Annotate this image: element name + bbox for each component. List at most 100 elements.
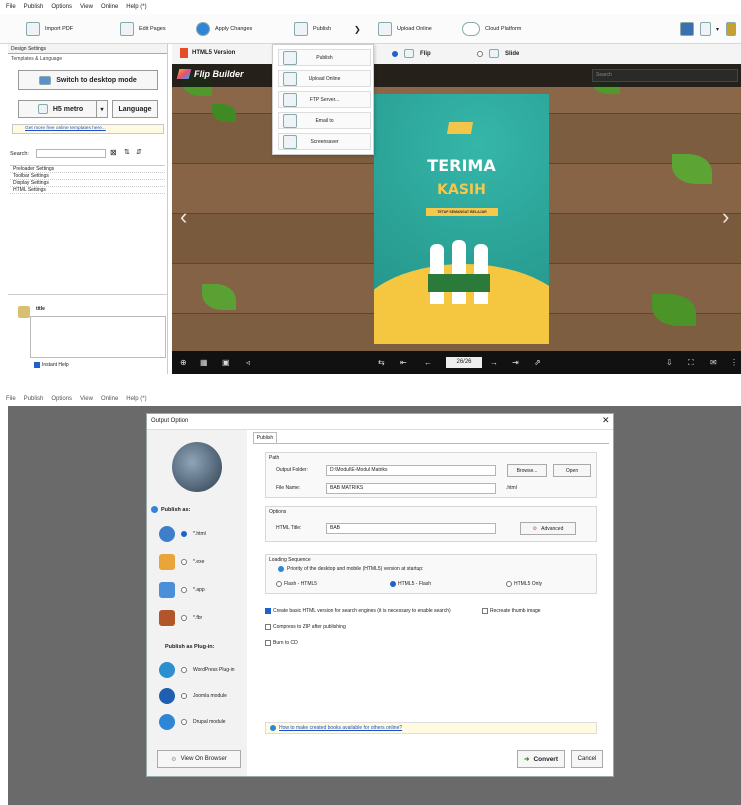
zoom-icon[interactable]: ⊕ — [180, 358, 187, 367]
menu-publish[interactable]: Publish — [24, 4, 44, 10]
email-icon[interactable]: ✉ — [710, 358, 717, 367]
open-button[interactable]: Open — [553, 464, 591, 477]
html5-version-label: HTML5 Version — [180, 48, 235, 58]
publish-button[interactable]: Publish ❯ — [294, 20, 361, 38]
share-icon[interactable]: ⇆ — [378, 358, 385, 367]
advanced-button[interactable]: ⚙ Advanced — [520, 522, 576, 535]
browse-button[interactable]: Browse... — [507, 464, 547, 477]
settings-search-input[interactable] — [36, 149, 106, 158]
prev-page-icon[interactable]: ← — [424, 358, 432, 367]
tree-item-html[interactable]: HTML Settings — [10, 187, 165, 194]
sound-icon[interactable]: ◃ — [246, 358, 250, 367]
more-templates-link[interactable]: Get more free online templates here... — [12, 124, 164, 134]
tree-item-preloader[interactable]: Preloader Settings — [10, 166, 165, 173]
cloud-platform-button[interactable]: Cloud Platform — [462, 20, 521, 38]
upload-online-button[interactable]: Upload Online — [378, 20, 432, 38]
slide-mode-option[interactable]: Slide — [477, 49, 519, 58]
target-fbr-label: *.fbr — [193, 615, 203, 621]
desktop-view-button[interactable] — [680, 20, 694, 38]
page-counter[interactable]: 26/26 — [446, 357, 482, 368]
joomla-icon — [159, 688, 175, 704]
menu-help[interactable]: Help (*) — [126, 4, 146, 10]
file-name-input[interactable]: BAB MATRIKS — [326, 483, 496, 494]
menu-file[interactable]: File — [6, 4, 16, 10]
gear-icon: ⚙ — [171, 756, 177, 763]
plugin-joomla[interactable]: Joomla module — [159, 688, 227, 704]
menu-online-2[interactable]: Online — [101, 396, 118, 402]
caret-down-icon: ▾ — [716, 26, 720, 33]
fullscreen-icon[interactable]: ⛶ — [688, 358, 694, 368]
more-icon[interactable]: ⋮ — [730, 358, 738, 367]
thumbnails-icon[interactable]: ▦ — [200, 358, 208, 367]
output-folder-label: Output Folder: — [276, 467, 308, 473]
menu-options-2[interactable]: Options — [51, 396, 72, 402]
switch-desktop-button[interactable]: Switch to desktop mode — [18, 70, 158, 90]
path-group-label: Path — [269, 455, 280, 461]
plugin-wordpress[interactable]: WordPress Plug-in — [159, 662, 235, 678]
target-app[interactable]: *.app — [159, 582, 205, 598]
loading-html5-only[interactable]: HTML5 Only — [506, 581, 542, 587]
edit-pages-label: Edit Pages — [139, 26, 166, 32]
info-icon — [270, 725, 276, 731]
bookmark-icon[interactable]: ⇗ — [534, 358, 541, 367]
basic-html-checkbox[interactable]: Create basic HTML version for search eng… — [265, 608, 451, 614]
next-page-icon[interactable]: → — [490, 358, 498, 367]
apply-changes-button[interactable]: Apply Changes — [196, 20, 252, 38]
target-fbr[interactable]: *.fbr — [159, 610, 202, 626]
edit-pages-icon — [120, 22, 134, 36]
menu-online[interactable]: Online — [101, 4, 118, 10]
target-exe[interactable]: *.exe — [159, 554, 204, 570]
dropdown-item-screensaver[interactable]: Screensaver — [278, 133, 371, 150]
cancel-button[interactable]: Cancel — [571, 750, 603, 768]
thumb-checkbox[interactable]: Recreate thumb image — [482, 608, 541, 614]
close-icon[interactable]: ✕ — [602, 415, 610, 426]
dropdown-item-email[interactable]: Email to — [278, 112, 371, 129]
tree-item-display[interactable]: Display Settings — [10, 180, 165, 187]
output-folder-input[interactable]: D:\Modul\E-Modul Matriks — [326, 465, 496, 476]
book-cover[interactable]: TERIMA KASIH TETAP SEMANGAT BELAJAR — [374, 94, 549, 344]
view-on-browser-button[interactable]: ⚙ View On Browser — [157, 750, 241, 768]
loading-flash-html5[interactable]: Flash - HTML5 — [276, 581, 317, 587]
edit-pages-button[interactable]: Edit Pages — [120, 20, 166, 38]
h5-metro-button[interactable]: H5 metro — [18, 100, 103, 118]
dropdown-item-publish[interactable]: Publish — [278, 49, 371, 66]
menu-view[interactable]: View — [80, 4, 93, 10]
import-pdf-button[interactable]: Import PDF — [26, 20, 73, 38]
dropdown-item-ftp[interactable]: FTP Server... — [278, 91, 371, 108]
expand-icon[interactable]: ⇵ — [136, 148, 142, 156]
loading-html5-flash[interactable]: HTML5 - Flash — [390, 581, 431, 587]
instant-help-toggle[interactable]: Instant Help — [34, 362, 69, 368]
language-button[interactable]: Language — [112, 100, 158, 118]
plugin-drupal[interactable]: Drupal module — [159, 714, 226, 730]
tree-item-toolbar[interactable]: Toolbar Settings — [10, 173, 165, 180]
menu-view-2[interactable]: View — [80, 396, 93, 402]
mobile-view-button[interactable]: ▾ — [700, 20, 719, 38]
dropdown-item-upload[interactable]: Upload Online — [278, 70, 371, 87]
sort-icon[interactable]: ⇅ — [124, 148, 130, 156]
cd-checkbox[interactable]: Burn to CD — [265, 640, 298, 646]
book-preview: ‹ › TERIMA KASIH TETAP SEMANGAT BELAJAR — [172, 44, 741, 374]
menu-help-2[interactable]: Help (*) — [126, 396, 146, 402]
zip-checkbox[interactable]: Compress to ZIP after publishing — [265, 624, 346, 630]
menu-file-2[interactable]: File — [6, 396, 16, 402]
play-icon[interactable]: ▣ — [222, 358, 230, 367]
prev-page-arrow[interactable]: ‹ — [180, 204, 187, 230]
download-icon[interactable]: ⇩ — [666, 358, 673, 367]
convert-button[interactable]: ➜ Convert — [517, 750, 565, 768]
menu-options[interactable]: Options — [51, 4, 72, 10]
menu-publish-2[interactable]: Publish — [24, 396, 44, 402]
design-settings-tab[interactable]: Design Settings — [8, 44, 167, 54]
target-html[interactable]: *.html — [159, 526, 206, 542]
language-label: Language — [118, 105, 152, 113]
viewer-search-input[interactable]: Search — [592, 69, 738, 82]
next-page-arrow[interactable]: › — [722, 204, 729, 230]
template-dropdown[interactable]: ▾ — [96, 100, 108, 118]
first-page-icon[interactable]: ⇤ — [400, 358, 407, 367]
flip-mode-option[interactable]: Flip — [392, 49, 431, 58]
last-page-icon[interactable]: ⇥ — [512, 358, 519, 367]
settings-button[interactable] — [726, 20, 736, 38]
tab-publish[interactable]: Publish — [253, 432, 277, 443]
clear-search-icon[interactable]: ⊠ — [110, 148, 117, 157]
help-link[interactable]: How to make created books available for … — [279, 725, 402, 731]
html-title-input[interactable]: BAB — [326, 523, 496, 534]
